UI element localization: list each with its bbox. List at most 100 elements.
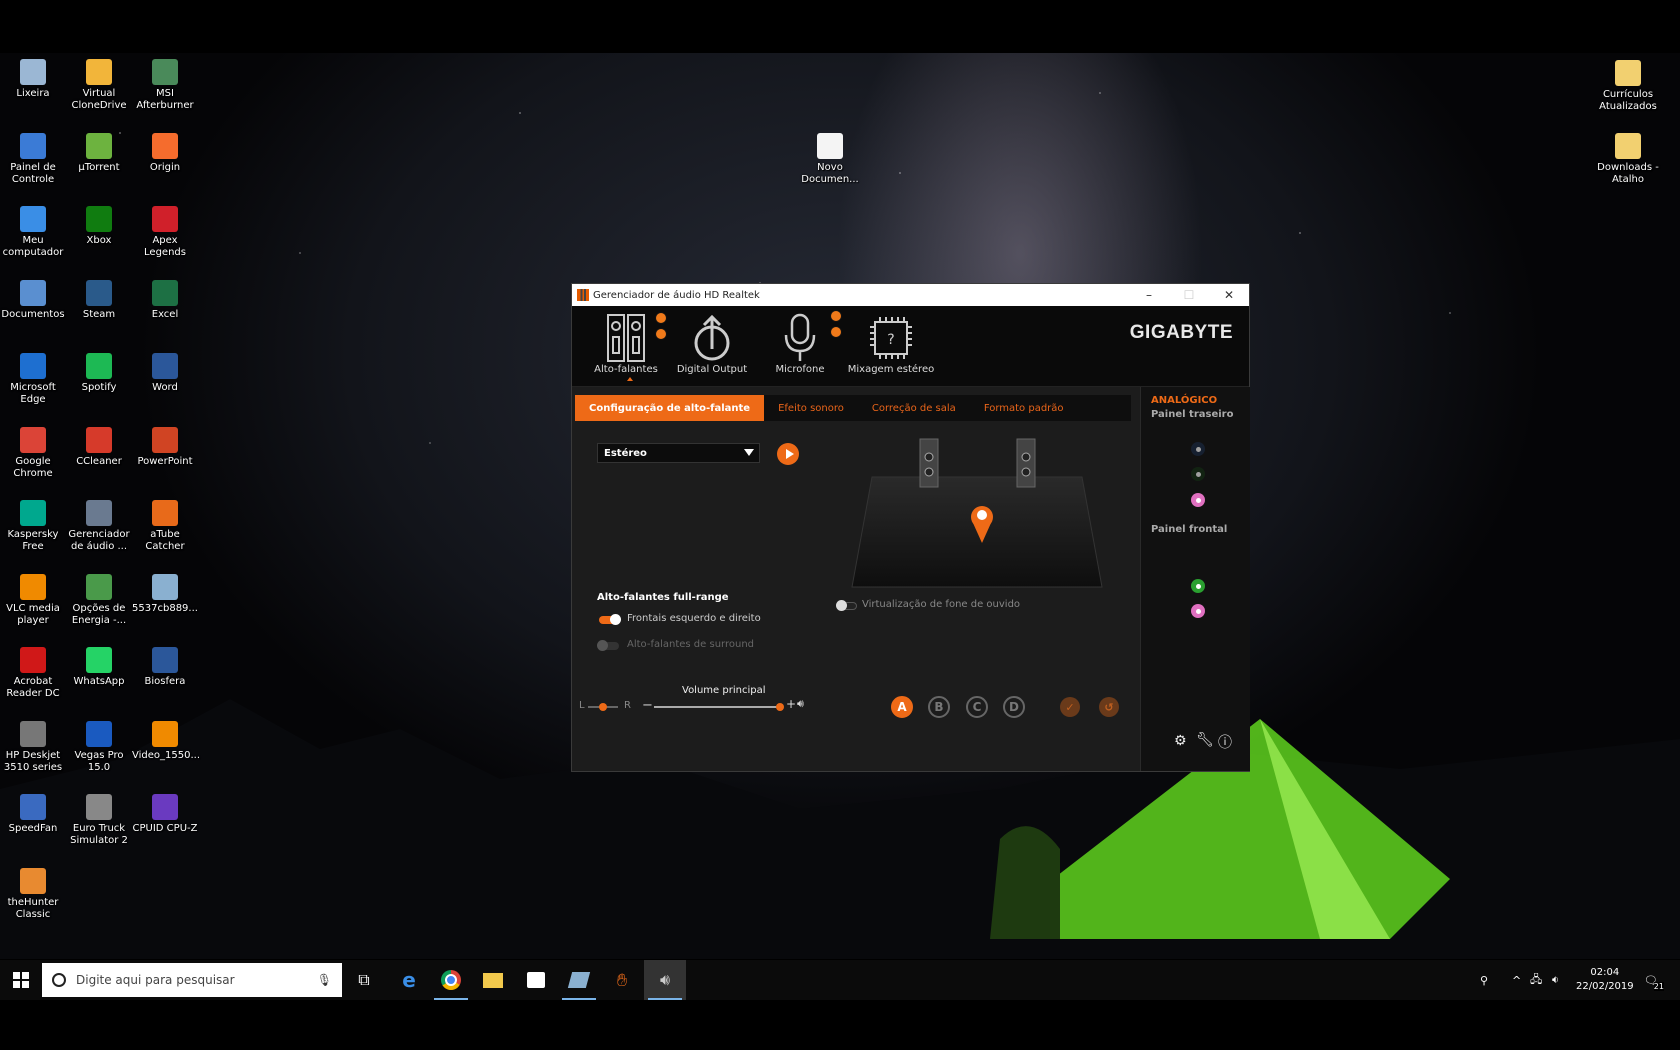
desktop-icon[interactable]: Lixeira — [0, 59, 66, 100]
store-icon[interactable] — [515, 960, 557, 1000]
volume-slider[interactable] — [654, 703, 784, 711]
desktop-icon[interactable]: Xbox — [66, 206, 132, 247]
task-view-icon[interactable]: ⧉ — [343, 960, 385, 1000]
info-icon[interactable]: ⓘ — [1218, 732, 1232, 752]
balance-slider[interactable] — [588, 703, 618, 711]
desktop-icon-label: WhatsApp — [73, 676, 125, 687]
maximize-button[interactable]: ☐ — [1169, 284, 1209, 306]
profile-b-button[interactable]: B — [928, 696, 950, 718]
desktop-icon[interactable]: Opções de Energia -... — [66, 573, 132, 627]
desktop-icon[interactable]: Excel — [132, 279, 198, 321]
fullrange-surround-toggle[interactable] — [597, 640, 619, 651]
volume-tray-icon[interactable]: 🔉︎ — [1552, 960, 1559, 1000]
desktop-icon[interactable]: PowerPoint — [132, 426, 198, 468]
afterburner-icon — [152, 59, 178, 85]
desktop-icon-label: Kaspersky Free — [7, 529, 59, 552]
desktop-icon[interactable]: Apex Legends — [132, 206, 198, 259]
wrench-icon[interactable]: 🔧︎ — [1196, 732, 1214, 748]
desktop-icon[interactable]: Video_1550... — [132, 720, 200, 762]
desktop-icon[interactable]: WhatsApp — [66, 647, 132, 688]
desktop-icon[interactable]: Microsoft Edge — [0, 353, 66, 406]
headphone-virtualization-toggle[interactable] — [836, 600, 857, 611]
notification-count: 21 — [1653, 981, 1664, 991]
save-profile-icon[interactable]: ✓ — [1060, 697, 1080, 717]
profile-a-button[interactable]: A — [891, 696, 913, 718]
tab-speaker-config[interactable]: Configuração de alto-falante — [575, 395, 765, 421]
volume-plus-icon[interactable]: + — [786, 697, 796, 711]
tab-room-correction[interactable]: Correção de sala — [858, 395, 970, 421]
desktop-icon[interactable]: Origin — [132, 132, 198, 174]
desktop-icon[interactable]: Virtual CloneDrive — [66, 59, 132, 112]
speaker-volume-icon[interactable]: 🔊︎ — [797, 697, 804, 711]
desktop-icon[interactable]: Word — [132, 353, 198, 394]
desktop-icon[interactable]: Biosfera — [132, 647, 198, 688]
desktop-icon-label: MSI Afterburner — [136, 88, 194, 111]
app-taskbar-icon[interactable] — [558, 960, 600, 1000]
people-icon[interactable]: ⚲ — [1480, 960, 1488, 1000]
vlc-file-icon — [152, 720, 178, 747]
rear-jack-line-out[interactable] — [1191, 467, 1205, 481]
desktop-icon[interactable]: CPUID CPU-Z — [132, 794, 198, 835]
rear-jack-line-in[interactable] — [1191, 442, 1205, 456]
desktop-icon[interactable]: Gerenciador de áudio ... — [66, 500, 132, 553]
close-button[interactable]: ✕ — [1209, 284, 1249, 306]
desktop-icon[interactable]: Vegas Pro 15.0 — [66, 720, 132, 774]
profile-c-button[interactable]: C — [966, 696, 988, 718]
tab-microphone[interactable]: Microfone — [757, 312, 843, 375]
desktop-icon[interactable]: VLC media player — [0, 573, 66, 627]
desktop-icon[interactable]: 5537cb889... — [132, 573, 198, 615]
tab-stereo-mix[interactable]: ? Mixagem estéreo — [845, 312, 937, 375]
profile-d-button[interactable]: D — [1003, 696, 1025, 718]
front-jack-mic[interactable] — [1191, 604, 1205, 618]
microphone-icon[interactable]: 🎙︎ — [317, 973, 332, 987]
clock[interactable]: 02:04 22/02/2019 — [1576, 960, 1634, 1000]
volume-minus-icon[interactable]: − — [642, 698, 653, 713]
network-icon[interactable]: 🖧︎ — [1530, 960, 1542, 1000]
desktop-icon[interactable]: Kaspersky Free — [0, 500, 66, 553]
volume-thumb[interactable] — [776, 703, 784, 711]
desktop-icon[interactable]: aTube Catcher — [132, 500, 198, 553]
desktop-icon[interactable]: Painel de Controle — [0, 132, 66, 186]
tab-digital-output[interactable]: Digital Output — [669, 312, 755, 375]
desktop-icon[interactable]: Google Chrome — [0, 426, 66, 480]
desktop-icon[interactable]: MSI Afterburner — [132, 59, 198, 112]
gear-icon[interactable]: ⚙ — [1174, 733, 1187, 749]
desktop-icon[interactable]: CCleaner — [66, 426, 132, 468]
desktop-icon[interactable]: Acrobat Reader DC — [0, 647, 66, 700]
tab-sound-effect[interactable]: Efeito sonoro — [764, 395, 858, 421]
fullrange-front-toggle[interactable] — [599, 614, 621, 625]
minimize-button[interactable]: – — [1129, 284, 1169, 306]
desktop-icon-downloads[interactable]: Downloads - Atalho — [1595, 133, 1661, 186]
realtek-taskbar-icon[interactable]: 🔊︎ — [644, 960, 686, 1000]
speaker-config-dropdown[interactable]: Estéreo — [597, 443, 760, 463]
desktop-icon-curriculos[interactable]: Currículos Atualizados — [1595, 60, 1661, 113]
desktop-icon[interactable]: Steam — [66, 279, 132, 321]
desktop-icon[interactable]: HP Deskjet 3510 series — [0, 720, 66, 774]
desktop-icon-new-document[interactable]: Novo Documen... — [797, 133, 863, 186]
front-jack-headphone[interactable] — [1191, 579, 1205, 593]
desktop-icon[interactable]: Documentos — [0, 279, 66, 321]
desktop-icon[interactable]: µTorrent — [66, 132, 132, 174]
file-explorer-icon[interactable] — [472, 960, 514, 1000]
delete-profile-icon[interactable]: ↺ — [1099, 697, 1119, 717]
atube-taskbar-icon[interactable]: ✋︎ — [601, 960, 643, 1000]
search-box[interactable]: Digite aqui para pesquisar 🎙︎ — [42, 963, 342, 997]
desktop-icon-label: theHunter Classic — [7, 896, 59, 920]
balance-thumb[interactable] — [599, 703, 607, 711]
play-test-button[interactable] — [777, 443, 799, 465]
window-titlebar[interactable]: Gerenciador de áudio HD Realtek – ☐ ✕ — [572, 284, 1249, 306]
chrome-taskbar-icon[interactable] — [430, 960, 472, 1000]
recycle-bin-icon — [20, 59, 46, 85]
notifications-icon[interactable]: 🗨︎ 21 — [1644, 960, 1664, 1000]
edge-taskbar-icon[interactable]: e — [388, 960, 430, 1000]
rear-jack-mic[interactable] — [1191, 493, 1205, 507]
desktop-icon[interactable]: Meu computador — [0, 206, 66, 259]
desktop-icon[interactable]: SpeedFan — [0, 794, 66, 835]
desktop-icon[interactable]: Spotify — [66, 353, 132, 394]
tab-default-format[interactable]: Formato padrão — [970, 395, 1078, 421]
tray-chevron-icon[interactable]: ^ — [1512, 960, 1521, 1000]
desktop-icon[interactable]: Euro Truck Simulator 2 — [66, 794, 132, 847]
stereo-mix-icon: ? — [845, 312, 937, 364]
start-button[interactable] — [0, 960, 42, 1000]
desktop-icon[interactable]: theHunter Classic — [0, 867, 66, 921]
